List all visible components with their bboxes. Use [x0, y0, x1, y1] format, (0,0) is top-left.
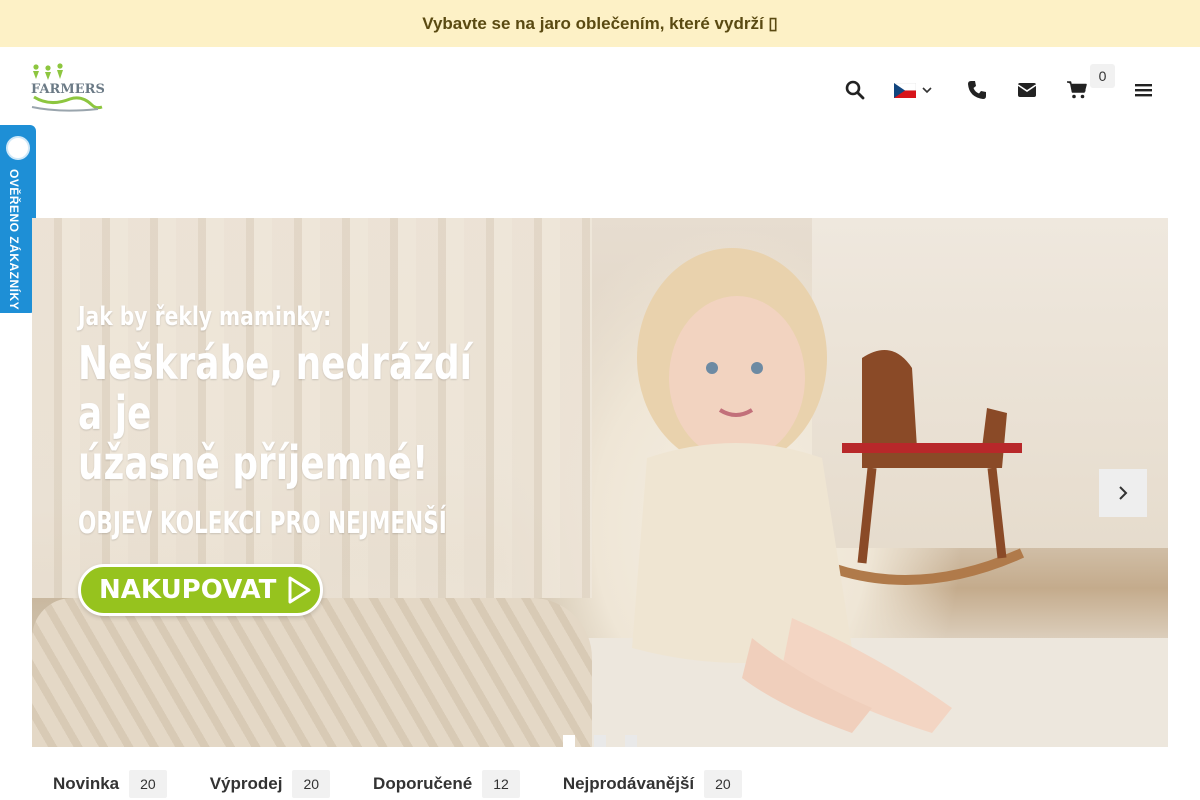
- hero-headline: Neškrábe, nedráždí a je úžasně příjemné!: [78, 338, 499, 488]
- tab-novinka[interactable]: Novinka 20: [53, 770, 167, 798]
- tab-label: Výprodej: [209, 774, 283, 793]
- menu-icon: [1134, 84, 1152, 97]
- hero-blanket: [32, 598, 592, 747]
- cart-icon: [1067, 81, 1087, 99]
- toddler-image: [632, 248, 952, 733]
- tab-count: 20: [704, 770, 742, 798]
- tab-vyprodej[interactable]: Výprodej 20: [209, 770, 331, 798]
- slider-dot-3[interactable]: [625, 735, 637, 747]
- site-header: FARMERS 0: [0, 47, 1200, 137]
- shop-now-label: NAKUPOVAT: [99, 575, 277, 605]
- product-tabs: Novinka 20 Výprodej 20 Doporučené 12 Nej…: [53, 768, 1153, 800]
- phone-button[interactable]: [964, 77, 990, 103]
- farmers-logo[interactable]: FARMERS: [30, 63, 105, 113]
- hero-line-2: Neškrábe, nedráždí a je: [78, 336, 472, 440]
- hero-banner[interactable]: Jak by řekly maminky: Neškrábe, nedráždí…: [32, 218, 1168, 747]
- phone-icon: [968, 81, 986, 99]
- email-button[interactable]: [1014, 77, 1040, 103]
- slider-dot-2[interactable]: [594, 735, 606, 747]
- promo-bar[interactable]: Vybavte se na jaro oblečením, které vydr…: [0, 0, 1200, 47]
- flag-cz-icon: [894, 82, 916, 98]
- language-switcher[interactable]: [894, 77, 938, 103]
- slider-dots: [563, 735, 637, 747]
- tab-count: 20: [292, 770, 331, 798]
- tab-label: Novinka: [53, 774, 120, 793]
- verified-by-customers-tab[interactable]: OVĚŘENO ZÁKAZNÍKY: [0, 125, 36, 313]
- hero-line-4: OBJEV KOLEKCI PRO NEJMENŠÍ: [78, 506, 447, 541]
- search-button[interactable]: [842, 77, 868, 103]
- hero-line-3: úžasně příjemné!: [78, 436, 429, 490]
- tab-doporucene[interactable]: Doporučené 12: [373, 770, 520, 798]
- promo-text[interactable]: Vybavte se na jaro oblečením, které vydr…: [422, 14, 778, 34]
- cart-count-badge: 0: [1090, 64, 1115, 88]
- chevron-right-icon: [1119, 486, 1128, 500]
- shop-now-button[interactable]: NAKUPOVAT: [78, 564, 323, 616]
- svg-text:FARMERS: FARMERS: [31, 82, 104, 97]
- verified-label: OVĚŘENO ZÁKAZNÍKY: [7, 169, 21, 311]
- tab-label: Nejprodávanější: [562, 774, 695, 793]
- hero-line-1: Jak by řekly maminky:: [78, 302, 332, 332]
- mail-icon: [1017, 83, 1037, 97]
- verified-badge-icon: [6, 136, 30, 160]
- chevron-down-icon: [922, 87, 932, 94]
- search-icon: [845, 80, 865, 100]
- tab-count: 12: [482, 770, 520, 798]
- play-arrow-icon: [288, 576, 311, 604]
- slider-dot-1[interactable]: [563, 735, 575, 747]
- tab-count: 20: [129, 770, 167, 798]
- tab-label: Doporučené: [373, 774, 473, 793]
- slider-next-button[interactable]: [1099, 469, 1147, 517]
- menu-button[interactable]: [1130, 77, 1156, 103]
- cart-button[interactable]: [1064, 77, 1090, 103]
- tab-nejprodavanejsi[interactable]: Nejprodávanější 20: [563, 770, 742, 798]
